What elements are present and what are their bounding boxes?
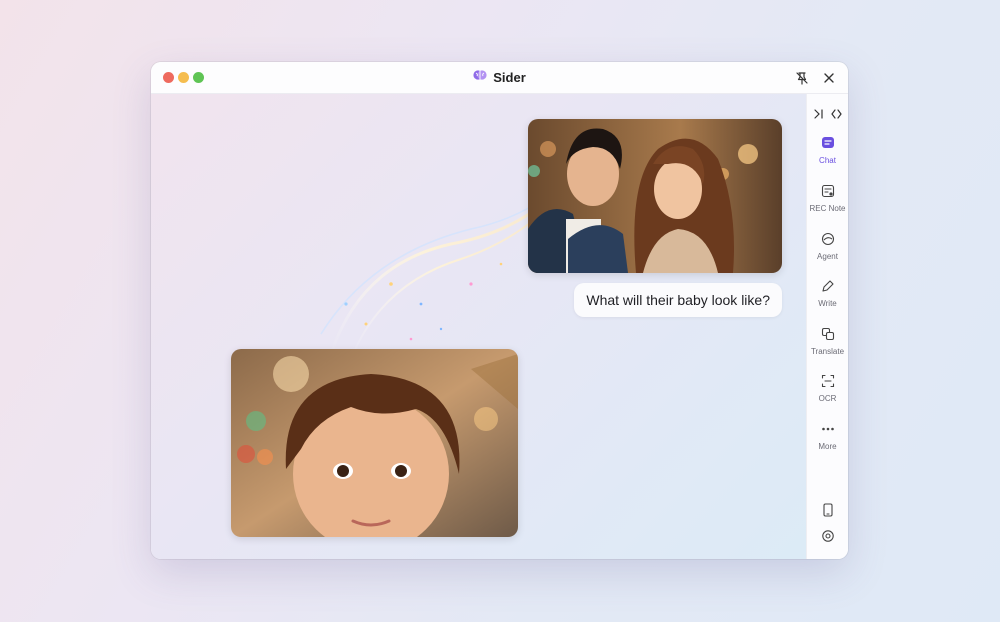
sidebar-label-agent: Agent [817,252,838,261]
rec-note-icon [817,180,839,202]
chat-area: What will their baby look like? [151,94,806,559]
ocr-icon [817,370,839,392]
write-icon [817,275,839,297]
title-group: Sider [151,62,848,93]
couple-photo[interactable] [528,119,782,273]
unpin-icon[interactable] [793,69,811,87]
agent-icon [817,228,839,250]
user-message-text: What will their baby look like? [586,292,770,308]
sidebar-item-ocr[interactable]: OCR [807,370,848,403]
chat-icon [817,132,839,154]
sidebar-top-controls [807,106,848,124]
settings-icon[interactable] [807,529,848,543]
more-icon [817,418,839,440]
sidebar-item-chat[interactable]: Chat [807,132,848,165]
sidebar-label-more: More [818,442,837,451]
sidebar-label-translate: Translate [810,347,845,356]
sidebar-label-chat: Chat [819,156,836,165]
translate-icon [817,323,839,345]
code-icon[interactable] [830,106,842,124]
baby-photo[interactable] [231,349,518,537]
sidebar-item-write[interactable]: Write [807,275,848,308]
title-bar: Sider [151,62,848,94]
app-window: Sider What will their baby look like? Ch… [151,62,848,559]
sidebar: Chat REC Note Agent Write Translate OCR … [806,94,848,559]
sidebar-item-more[interactable]: More [807,418,848,451]
user-message-bubble: What will their baby look like? [574,283,782,317]
sidebar-label-write: Write [818,299,837,308]
mobile-icon[interactable] [807,503,848,517]
collapse-sidebar-icon[interactable] [813,106,825,124]
sidebar-item-translate[interactable]: Translate [807,323,848,356]
sidebar-label-rec-note: REC Note [809,204,846,213]
close-icon[interactable] [820,69,838,87]
sidebar-item-rec-note[interactable]: REC Note [807,180,848,213]
sidebar-item-agent[interactable]: Agent [807,228,848,261]
brain-logo-icon [473,68,487,87]
sidebar-label-ocr: OCR [818,394,837,403]
app-title: Sider [493,70,526,85]
